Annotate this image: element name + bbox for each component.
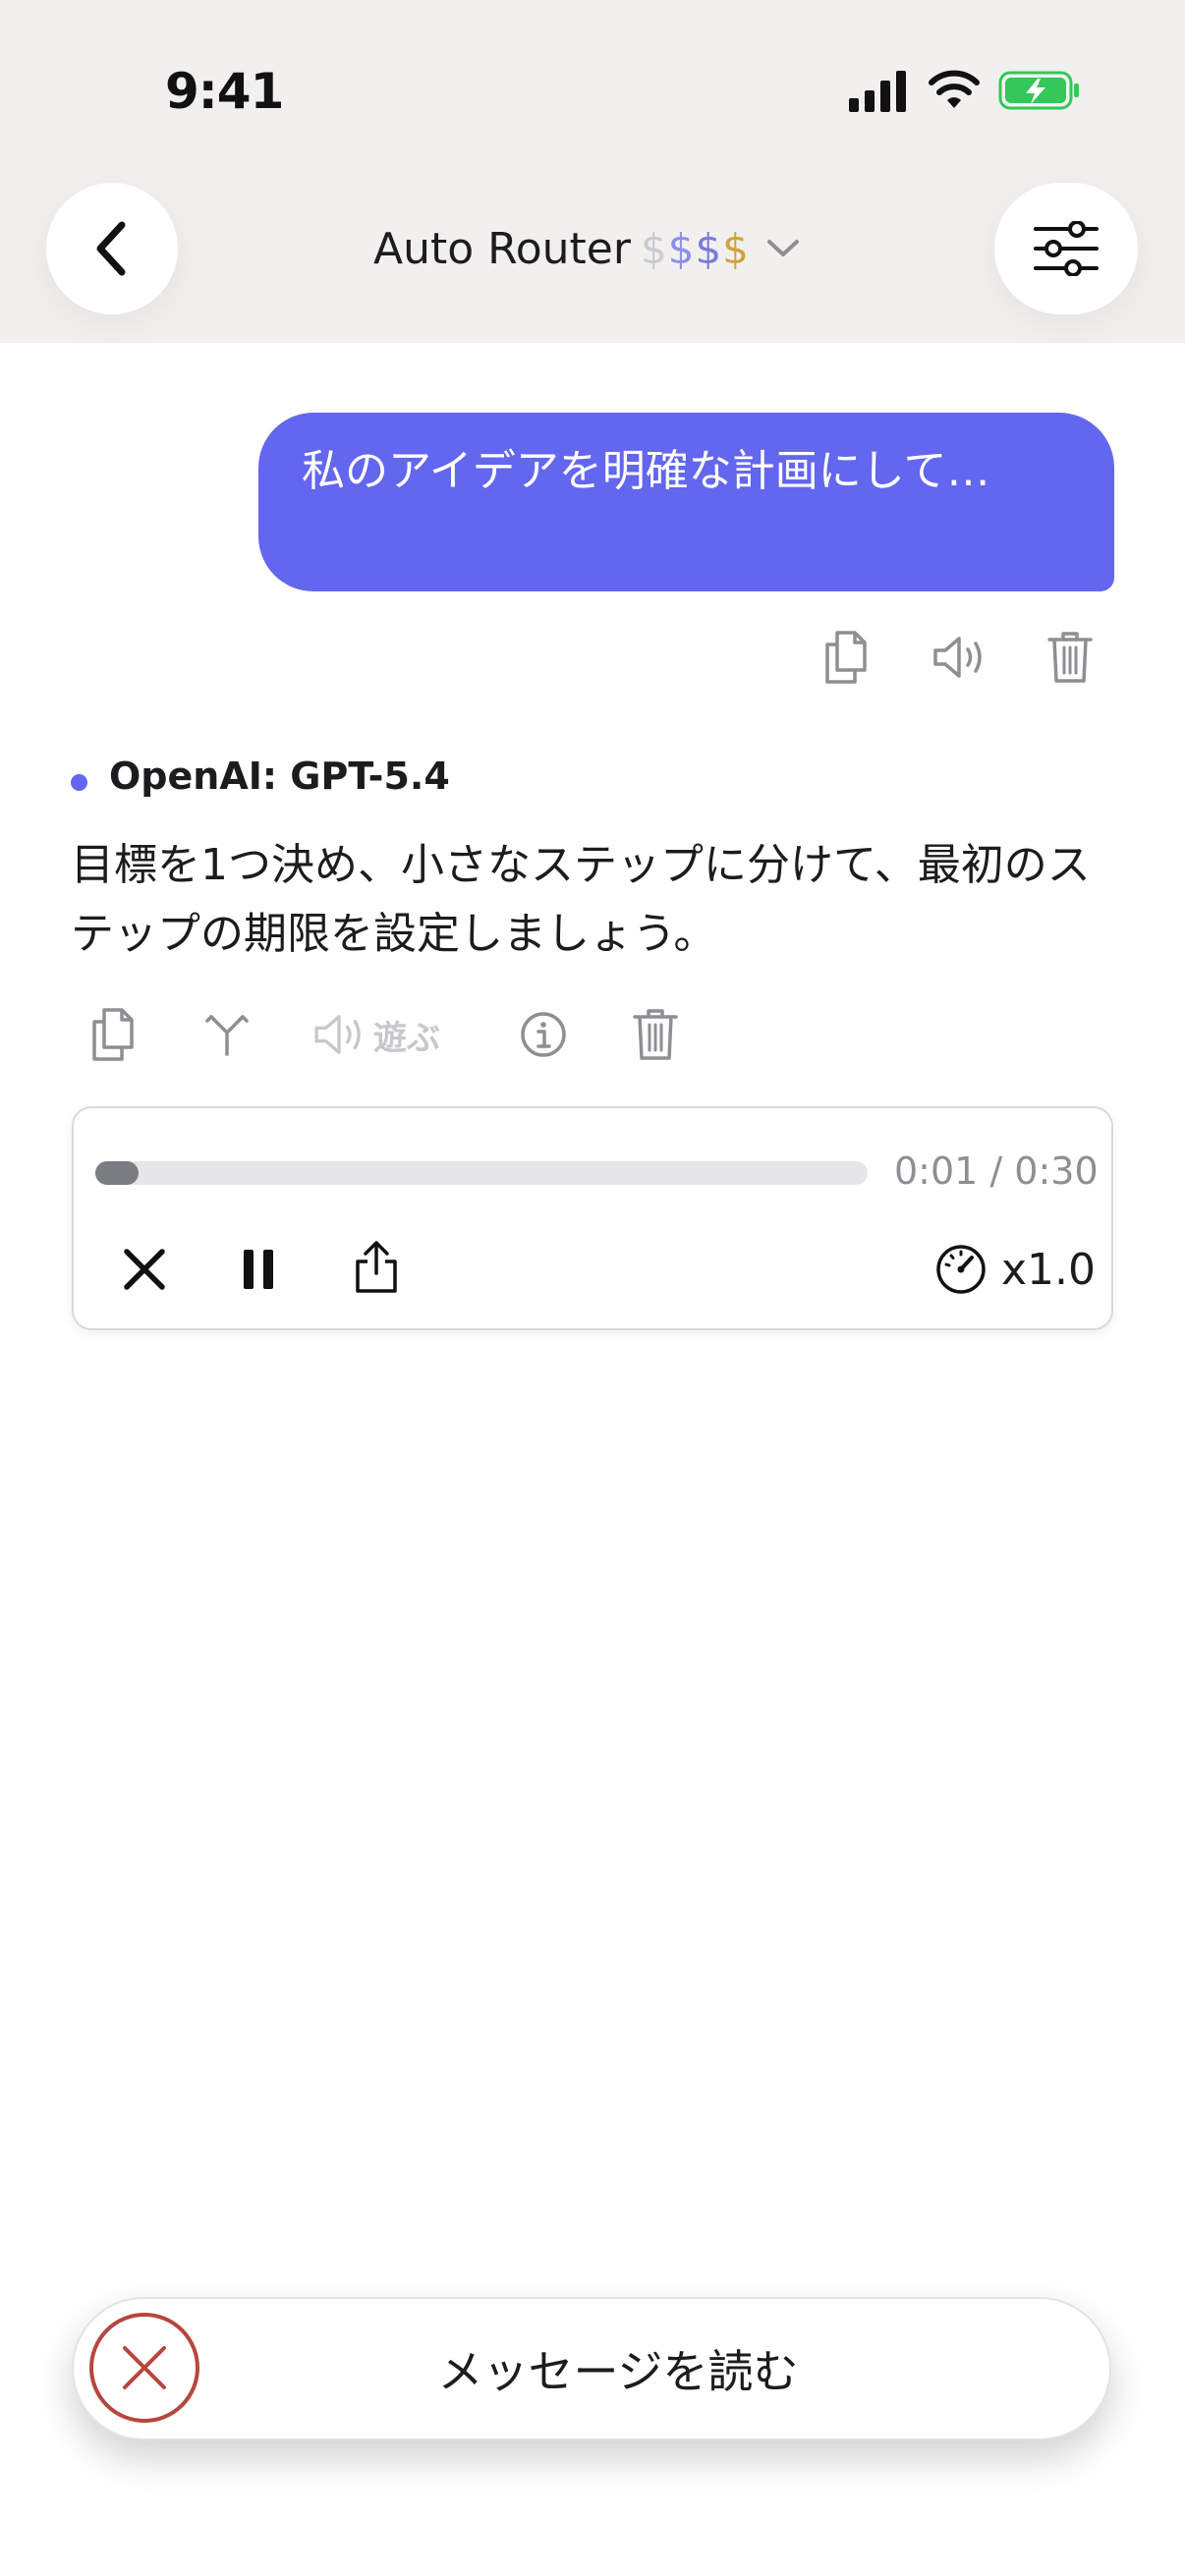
- pause-icon: [244, 1250, 273, 1289]
- model-name: OpenAI: GPT-5.4: [109, 755, 450, 798]
- copy-icon: [825, 631, 867, 684]
- speaker-icon: [314, 1015, 361, 1054]
- fork-icon: [205, 1015, 249, 1056]
- share-audio-button[interactable]: [341, 1230, 412, 1305]
- cellular-signal-icon: [849, 71, 906, 112]
- trash-icon: [633, 1009, 678, 1060]
- assistant-message-text: 目標を1つ決め、小さなステップに分けて、最初のステップの期限を設定しましょう。: [71, 840, 1091, 959]
- playback-speed-label: x1.0: [1001, 1244, 1097, 1295]
- info-icon: [521, 1012, 566, 1057]
- model-selector[interactable]: Auto Router $$$$: [373, 216, 801, 281]
- playback-speed-button[interactable]: x1.0: [934, 1234, 1101, 1305]
- branch-conversation-button[interactable]: [195, 1002, 259, 1067]
- page-title: Auto Router: [373, 223, 631, 274]
- battery-charging-icon: [998, 71, 1079, 110]
- price-sign: $: [695, 224, 723, 273]
- playback-progress-bar[interactable]: [95, 1161, 868, 1185]
- price-sign: $: [667, 224, 696, 273]
- price-sign: $: [722, 224, 750, 273]
- playback-progress-fill: [95, 1161, 139, 1185]
- copy-assistant-message-button[interactable]: [81, 1002, 145, 1067]
- price-sign: $: [640, 224, 668, 273]
- user-message-bubble[interactable]: 私のアイデアを明確な計画にして…: [258, 413, 1114, 591]
- top-header: [0, 0, 1185, 343]
- settings-button[interactable]: [994, 183, 1138, 314]
- close-icon: [124, 1249, 165, 1290]
- playback-time: 0:01 / 0:30: [894, 1149, 1099, 1193]
- trash-icon: [1047, 632, 1093, 683]
- copy-icon: [92, 1008, 134, 1061]
- play-assistant-message-button[interactable]: 遊ぶ: [312, 1002, 470, 1067]
- play-label: 遊ぶ: [373, 1018, 440, 1058]
- sliders-icon: [1034, 221, 1099, 276]
- read-message-bar[interactable]: メッセージを読む: [72, 2297, 1111, 2440]
- speedometer-icon: [936, 1245, 986, 1294]
- back-chevron-icon: [96, 221, 126, 276]
- copy-user-message-button[interactable]: [814, 625, 878, 690]
- read-message-label: メッセージを読む: [437, 2345, 799, 2398]
- share-icon: [356, 1241, 397, 1293]
- audio-player: 0:01 / 0:30 x1.0: [72, 1106, 1113, 1330]
- back-button[interactable]: [46, 183, 178, 314]
- cancel-circle-icon: [123, 2346, 166, 2389]
- speak-user-message-button[interactable]: [928, 625, 992, 690]
- wifi-icon: [929, 70, 980, 108]
- status-time: 9:41: [165, 63, 284, 120]
- price-tier: $$$$: [641, 225, 750, 273]
- cancel-read-button[interactable]: [89, 2313, 199, 2423]
- pause-button[interactable]: [223, 1234, 294, 1305]
- user-message-text: 私のアイデアを明確な計画にして…: [302, 446, 990, 496]
- message-info-button[interactable]: [511, 1002, 576, 1067]
- close-player-button[interactable]: [109, 1234, 180, 1305]
- chevron-down-icon: [766, 240, 799, 256]
- delete-assistant-message-button[interactable]: [623, 1002, 688, 1067]
- delete-user-message-button[interactable]: [1038, 625, 1102, 690]
- speaker-icon: [933, 637, 982, 678]
- model-indicator-dot: [71, 774, 87, 791]
